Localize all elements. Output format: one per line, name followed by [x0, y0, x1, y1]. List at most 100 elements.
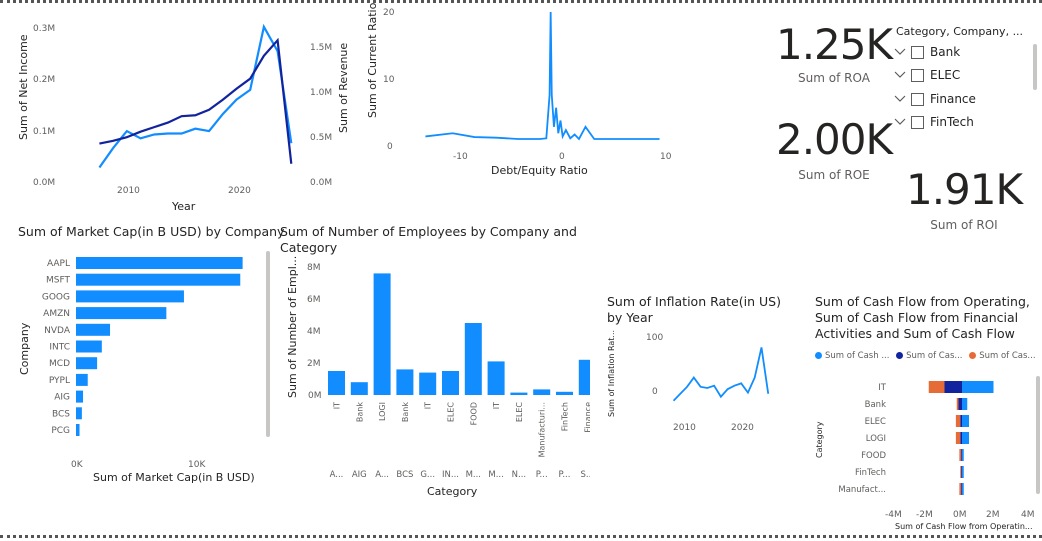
category-label: Finance: [583, 402, 590, 433]
company-label: P...: [559, 470, 571, 480]
chevron-down-icon[interactable]: [893, 68, 907, 82]
legend-item[interactable]: Sum of Cash ...: [815, 351, 889, 361]
bar-aapl: [76, 257, 243, 269]
category-label: GOOG: [42, 292, 70, 302]
company-label: P...: [536, 470, 548, 480]
page-border-bottom: [0, 535, 1042, 538]
category-slicer[interactable]: Category, Company, ... Bank ELEC Finance…: [893, 22, 1038, 137]
bar-segment: [960, 432, 962, 444]
slicer-item-bank[interactable]: Bank: [893, 42, 960, 62]
company-axis-title: Company: [18, 322, 31, 375]
bar: [419, 372, 437, 395]
checkbox[interactable]: [911, 45, 924, 59]
checkbox[interactable]: [911, 115, 924, 129]
y-tick: 10: [383, 75, 395, 85]
bar-segment: [961, 449, 962, 461]
category-label: Bank: [355, 402, 364, 422]
category-label: Bank: [401, 402, 410, 422]
category-label: IT: [878, 383, 887, 393]
company-label: M...: [466, 470, 481, 480]
bar-msft: [76, 273, 241, 286]
category-label: ELEC: [447, 402, 456, 423]
category-label: AAPL: [47, 259, 70, 269]
y-tick: 0.1M: [33, 127, 55, 137]
company-label: BCS: [396, 470, 413, 480]
market-cap-axis-title: Sum of Market Cap(in B USD): [93, 471, 255, 484]
y-tick: 0: [652, 387, 658, 397]
cashflow-axis-title: Sum of Cash Flow from Operatin...: [895, 522, 1033, 531]
category-axis-title: Category: [427, 485, 478, 498]
category-label: ELEC: [865, 417, 886, 427]
y-tick: 4M: [307, 327, 321, 337]
x-tick: -10: [453, 152, 468, 162]
y-tick: 20: [383, 8, 395, 18]
category-label: IT: [333, 402, 342, 409]
series-line: [672, 347, 770, 402]
current-ratio-axis-title: Sum of Current Ratio: [366, 2, 379, 118]
revenue-axis-title: Sum of Revenue: [337, 43, 350, 133]
x-tick: -4M: [885, 510, 902, 520]
net-income-revenue-chart[interactable]: Sum of Net Income Sum of Revenue 0.0M 0.…: [0, 0, 360, 215]
debt-equity-axis-title: Debt/Equity Ratio: [491, 164, 588, 177]
bar-goog: [76, 290, 184, 303]
slicer-item-label: ELEC: [930, 68, 961, 82]
legend-dot-icon: [969, 352, 977, 359]
bar: [487, 361, 505, 395]
bar: [373, 273, 391, 395]
roa-card[interactable]: 1.25K Sum of ROA: [775, 20, 893, 85]
y-tick: 0.3M: [33, 24, 55, 34]
category-label: MCD: [49, 359, 70, 369]
chevron-down-icon[interactable]: [893, 45, 907, 59]
checkbox[interactable]: [911, 68, 924, 82]
y-tick: 8M: [307, 263, 321, 273]
bar-segment: [962, 432, 969, 444]
legend-item[interactable]: Sum of Cas...: [969, 351, 1036, 361]
inflation-chart[interactable]: Sum of Inflation Rat... 0 100 2010 2020: [600, 325, 780, 440]
category-label: AMZN: [43, 309, 70, 319]
market-cap-chart[interactable]: Company 0K 10K Sum of Market Cap(in B US…: [0, 245, 280, 490]
bar: [578, 359, 590, 395]
category-label: IT: [424, 402, 433, 409]
current-ratio-chart[interactable]: Sum of Current Ratio 0 10 20 -10 0 10 De…: [360, 0, 690, 185]
company-label: A...: [330, 470, 344, 480]
chevron-down-icon[interactable]: [893, 115, 907, 129]
bar-segment: [961, 483, 962, 495]
roa-value: 1.25K: [775, 20, 893, 69]
slicer-item-label: Bank: [930, 45, 961, 59]
slicer-item-finance[interactable]: Finance: [893, 89, 976, 109]
cashflow-title: Sum of Cash Flow from Operating, Sum of …: [815, 294, 1030, 341]
slicer-item-elec[interactable]: ELEC: [893, 65, 960, 85]
chevron-down-icon[interactable]: [893, 92, 907, 106]
slicer-header: Category, Company, ...: [896, 25, 1024, 38]
employees-chart[interactable]: Sum of Number of Empl... 0M 2M 4M 6M 8M …: [280, 255, 590, 500]
roi-label: Sum of ROI: [930, 218, 998, 232]
category-label: LOGI: [866, 434, 886, 444]
y-tick: 0: [387, 142, 393, 152]
scrollbar[interactable]: [266, 251, 270, 437]
inflation-title: Sum of Inflation Rate(in US) by Year: [607, 294, 781, 325]
x-tick: 0M: [953, 510, 967, 520]
bar-segment: [944, 381, 962, 393]
bar-segment: [962, 449, 964, 461]
scrollbar[interactable]: [1036, 376, 1040, 494]
slicer-scrollbar[interactable]: [1033, 44, 1037, 90]
bar-segment: [962, 415, 969, 427]
slicer-item-fintech[interactable]: FinTech: [893, 112, 974, 132]
bar: [464, 323, 482, 395]
y-tick: 100: [646, 333, 663, 343]
roe-card[interactable]: 2.00K Sum of ROE: [775, 115, 893, 182]
x-tick: 4M: [1021, 510, 1035, 520]
company-label: AIG: [352, 470, 367, 480]
company-label: A...: [375, 470, 389, 480]
employees-title: Sum of Number of Employees by Company an…: [280, 224, 577, 255]
checkbox[interactable]: [911, 92, 924, 106]
series-line-0: [98, 23, 293, 169]
roi-card[interactable]: 1.91K Sum of ROI: [905, 165, 1023, 232]
cashflow-chart[interactable]: Category -4M -2M 0M 2M 4M Sum of Cash Fl…: [810, 370, 1042, 535]
bar-amzn: [76, 307, 167, 320]
legend-item[interactable]: Sum of Cas...: [896, 351, 962, 361]
category-label: NVDA: [44, 326, 71, 336]
roe-label: Sum of ROE: [798, 168, 870, 182]
category-label: BCS: [52, 409, 70, 419]
bar-segment: [962, 381, 994, 393]
